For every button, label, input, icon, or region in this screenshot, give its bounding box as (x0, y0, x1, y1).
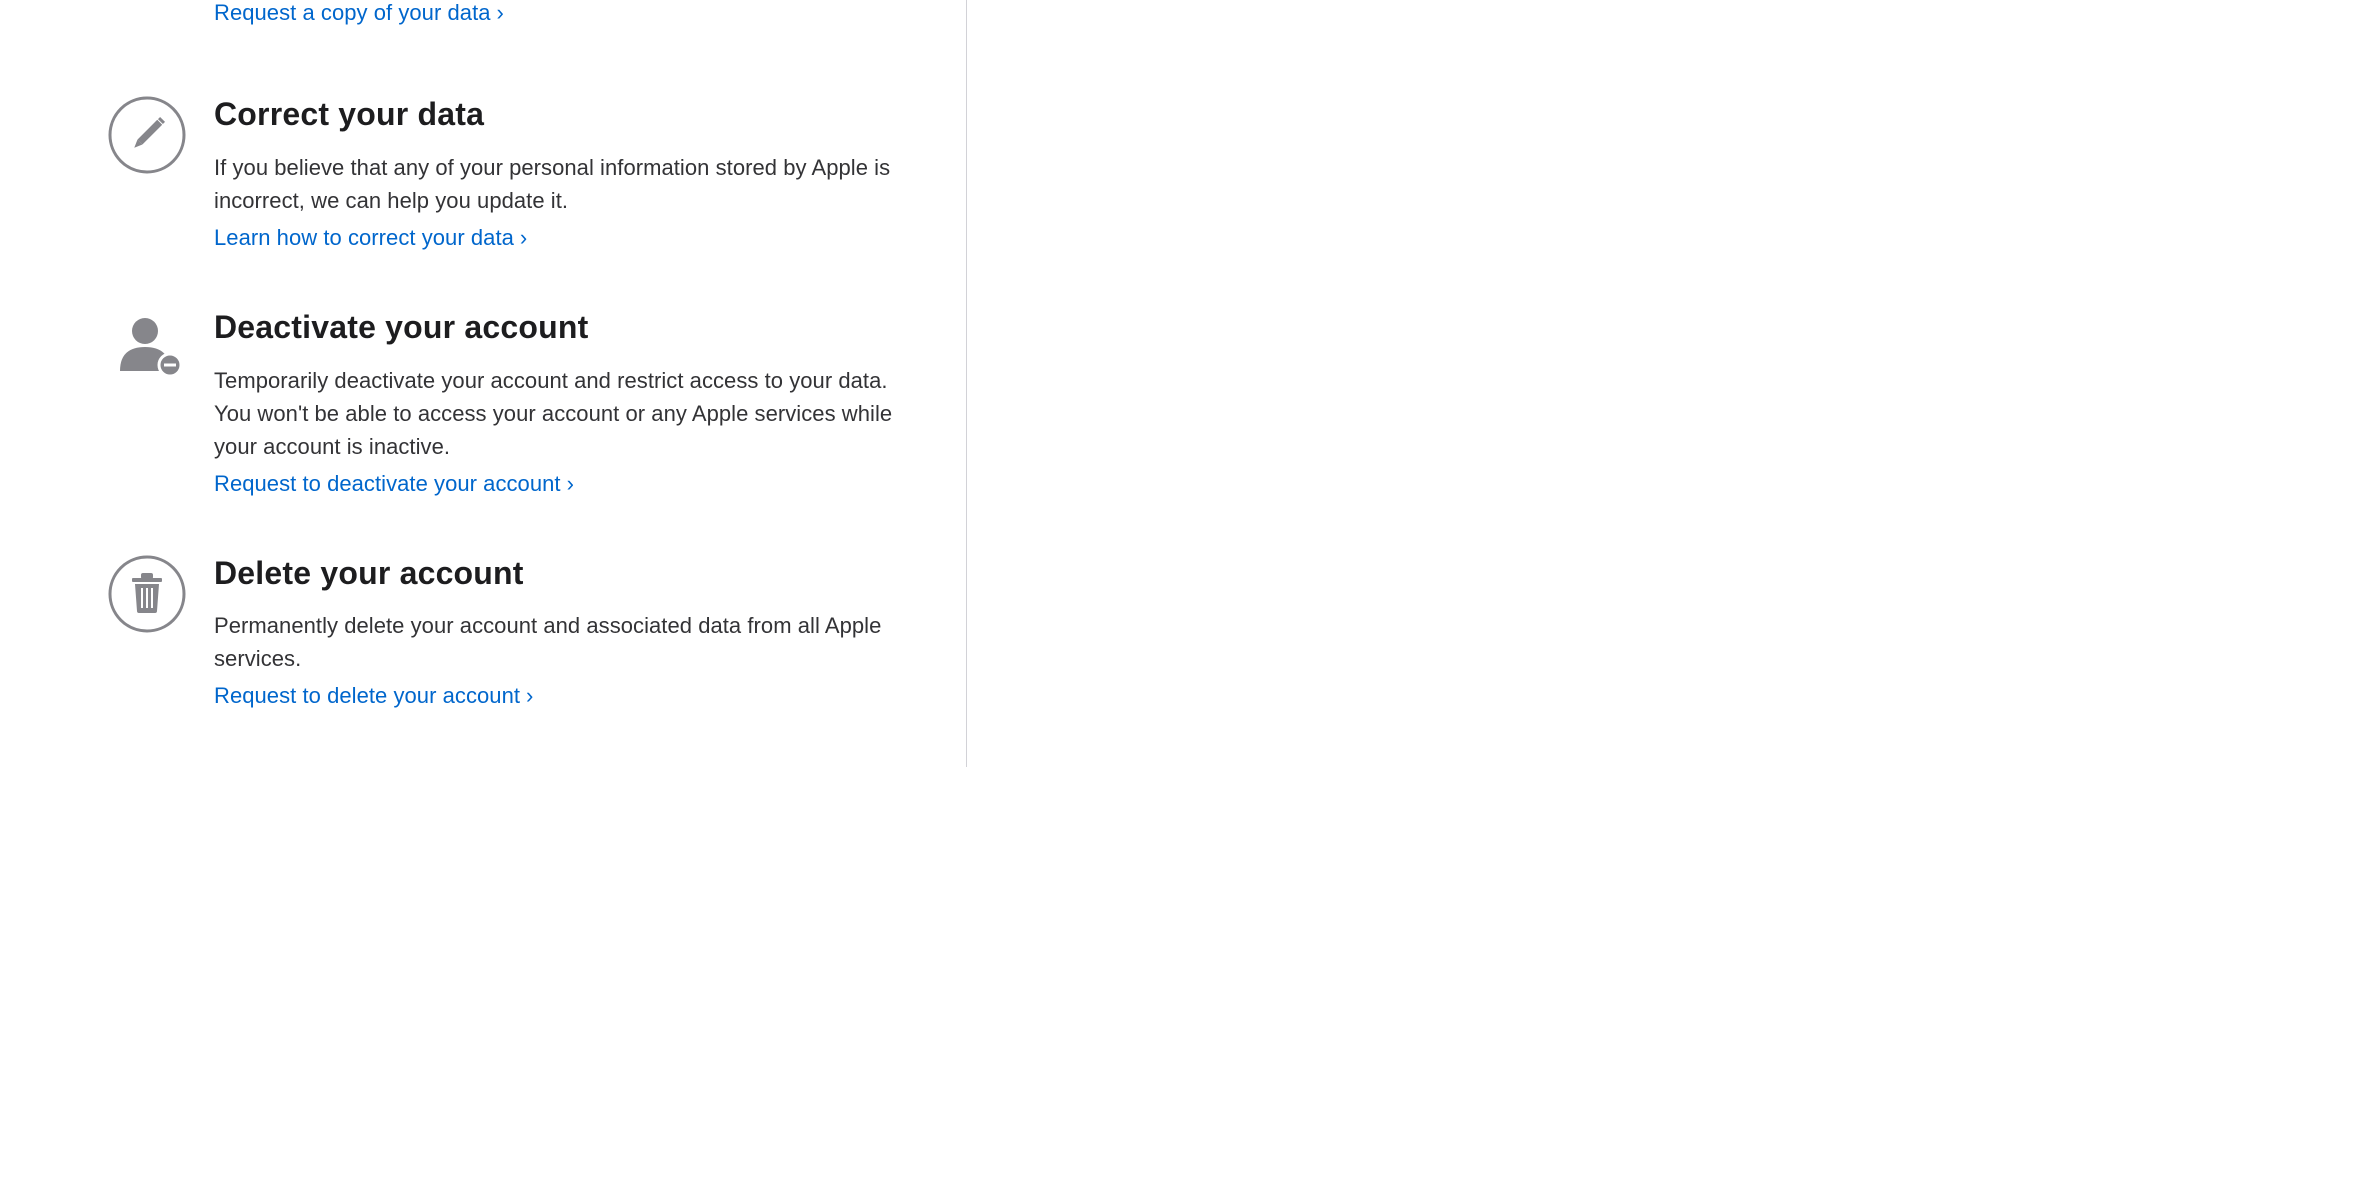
delete-account-link-label: Request to delete your account (214, 683, 520, 709)
correct-data-link[interactable]: Learn how to correct your data › (214, 225, 527, 251)
request-copy-data-label: Request a copy of your data (214, 0, 491, 26)
delete-account-link[interactable]: Request to delete your account › (214, 683, 533, 709)
delete-account-title: Delete your account (214, 555, 924, 592)
deactivate-account-title: Deactivate your account (214, 309, 924, 346)
deactivate-account-link-label: Request to deactivate your account (214, 471, 561, 497)
correct-data-desc: If you believe that any of your personal… (214, 151, 924, 217)
request-copy-data-link[interactable]: Request a copy of your data › (214, 0, 504, 26)
correct-data-title: Correct your data (214, 96, 924, 133)
trash-circle-icon (108, 555, 186, 633)
pencil-circle-icon (108, 96, 186, 174)
chevron-right-icon: › (567, 473, 574, 495)
chevron-right-icon: › (497, 2, 504, 24)
section-correct-data: Correct your data If you believe that an… (108, 96, 926, 251)
correct-data-link-label: Learn how to correct your data (214, 225, 514, 251)
person-minus-icon (108, 309, 186, 387)
chevron-right-icon: › (520, 227, 527, 249)
deactivate-account-link[interactable]: Request to deactivate your account › (214, 471, 574, 497)
delete-account-desc: Permanently delete your account and asso… (214, 609, 924, 675)
section-deactivate-account: Deactivate your account Temporarily deac… (108, 309, 926, 497)
deactivate-account-desc: Temporarily deactivate your account and … (214, 364, 924, 463)
section-delete-account: Delete your account Permanently delete y… (108, 555, 926, 710)
chevron-right-icon: › (526, 685, 533, 707)
